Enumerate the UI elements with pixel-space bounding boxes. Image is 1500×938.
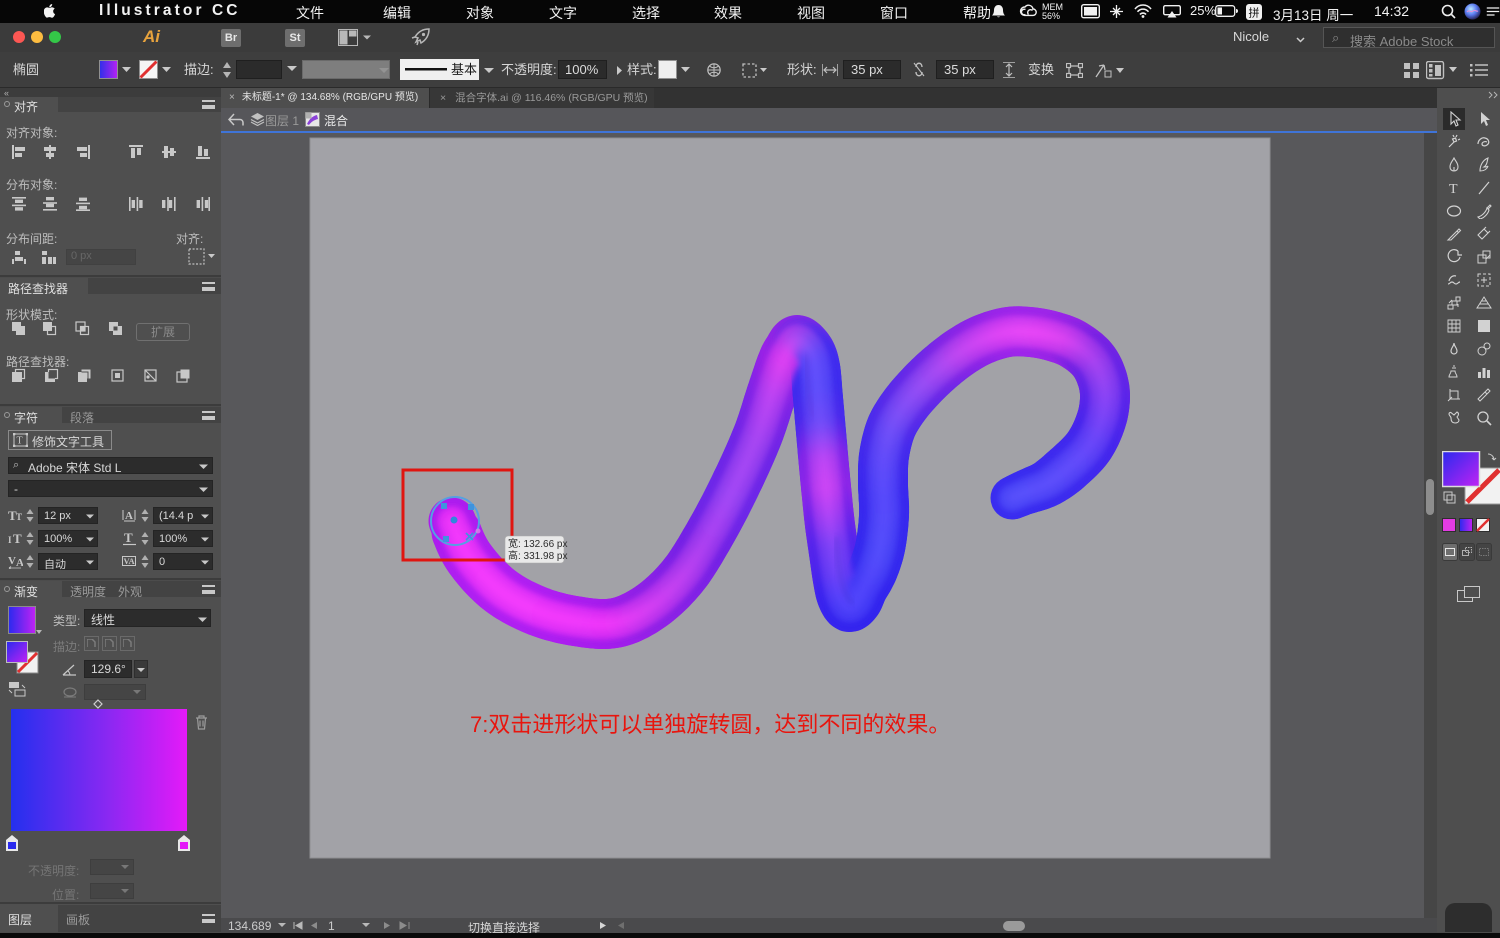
svg-text:T: T [1449, 182, 1458, 196]
svg-text:高: 331.98 px: 高: 331.98 px [508, 549, 567, 562]
svg-text:VA: VA [124, 556, 136, 566]
svg-text:A: A [125, 510, 133, 522]
svg-text:T: T [13, 531, 22, 546]
svg-text:T: T [16, 512, 22, 522]
svg-text:拼: 拼 [1249, 6, 1260, 20]
svg-text:宽: 132.66 px: 宽: 132.66 px [508, 537, 567, 550]
svg-text:V: V [8, 555, 16, 567]
svg-text:I: I [8, 535, 12, 545]
svg-text:T: T [124, 531, 133, 545]
svg-text:T: T [17, 436, 23, 447]
svg-text:7:双击进形状可以单独旋转圆，达到不同的效果。: 7:双击进形状可以单独旋转圆，达到不同的效果。 [470, 712, 950, 737]
svg-text:A: A [16, 557, 23, 569]
